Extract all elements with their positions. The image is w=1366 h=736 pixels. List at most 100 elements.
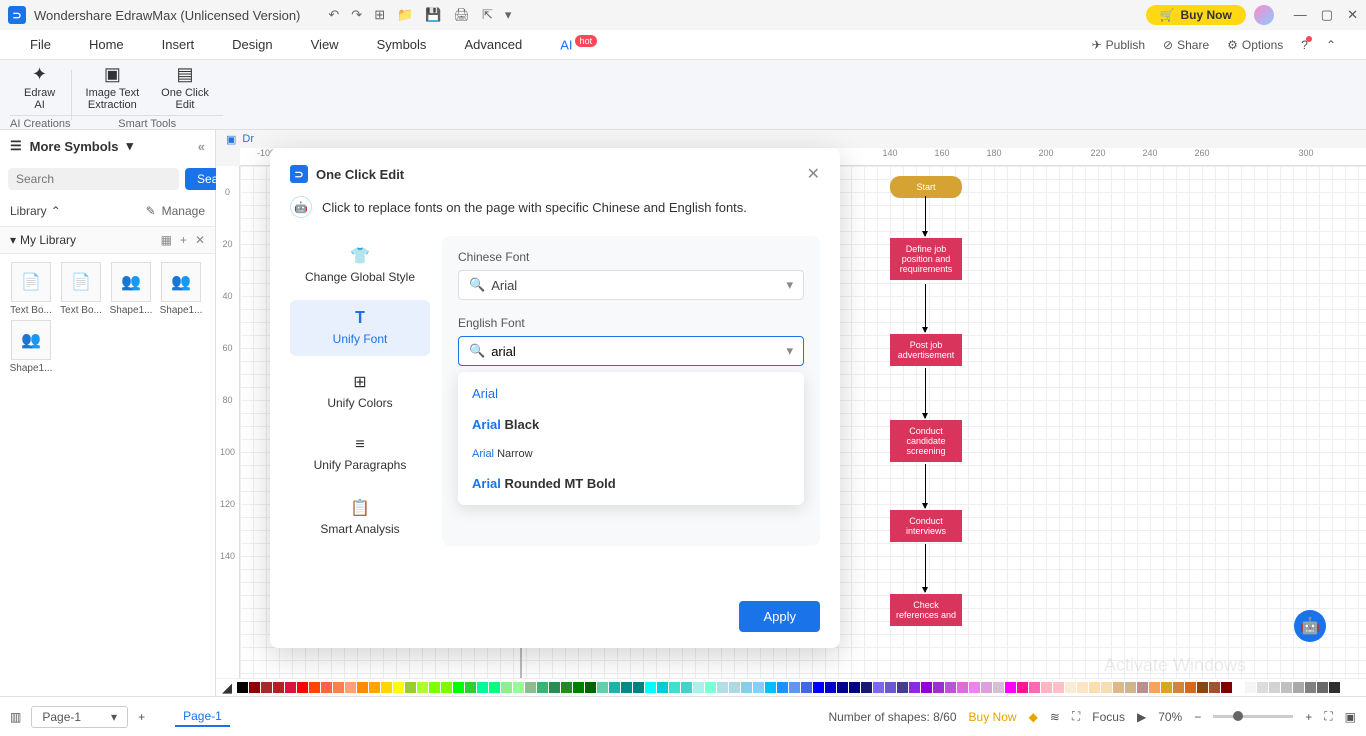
side-unify-colors[interactable]: ⊞Unify Colors xyxy=(290,362,430,420)
color-swatch[interactable] xyxy=(369,682,380,693)
menu-design[interactable]: Design xyxy=(232,37,272,52)
color-swatch[interactable] xyxy=(957,682,968,693)
color-swatch[interactable] xyxy=(765,682,776,693)
side-smart-analysis[interactable]: 📋Smart Analysis xyxy=(290,488,430,546)
color-swatch[interactable] xyxy=(261,682,272,693)
color-swatch[interactable] xyxy=(873,682,884,693)
side-unify-font[interactable]: 𝐓Unify Font xyxy=(290,300,430,356)
color-swatch[interactable] xyxy=(969,682,980,693)
color-swatch[interactable] xyxy=(1173,682,1184,693)
color-swatch[interactable] xyxy=(525,682,536,693)
menu-ai[interactable]: AIhot xyxy=(560,36,597,52)
chevron-down-icon[interactable]: ▾ xyxy=(10,233,16,247)
color-swatch[interactable] xyxy=(549,682,560,693)
new-icon[interactable]: ⊞ xyxy=(374,7,385,23)
menu-home[interactable]: Home xyxy=(89,37,124,52)
color-swatch[interactable] xyxy=(1065,682,1076,693)
publish-button[interactable]: ✈ Publish xyxy=(1092,38,1145,52)
color-swatch[interactable] xyxy=(1257,682,1268,693)
edit-icon[interactable]: ✎ xyxy=(146,204,156,218)
flow-start-node[interactable]: Start xyxy=(890,176,962,198)
color-swatch[interactable] xyxy=(345,682,356,693)
fit-page-icon[interactable]: ⛶ xyxy=(1324,709,1332,724)
close-icon[interactable]: ✕ xyxy=(1347,7,1358,23)
font-option-arial-narrow[interactable]: Arial Narrow xyxy=(458,440,804,468)
color-swatch[interactable] xyxy=(573,682,584,693)
close-icon[interactable]: ✕ xyxy=(195,233,205,247)
color-swatch[interactable] xyxy=(1113,682,1124,693)
color-swatch[interactable] xyxy=(1137,682,1148,693)
manage-button[interactable]: Manage xyxy=(162,204,205,218)
grid-icon[interactable]: ▦ xyxy=(161,233,172,247)
menu-view[interactable]: View xyxy=(311,37,339,52)
options-button[interactable]: ⚙ Options xyxy=(1227,38,1283,52)
flow-process-node[interactable]: Conduct interviews xyxy=(890,510,962,542)
color-swatch[interactable] xyxy=(621,682,632,693)
color-swatch[interactable] xyxy=(441,682,452,693)
maximize-icon[interactable]: ▢ xyxy=(1321,7,1333,23)
color-swatch[interactable] xyxy=(393,682,404,693)
menu-advanced[interactable]: Advanced xyxy=(464,37,522,52)
color-swatch[interactable] xyxy=(1329,682,1340,693)
edraw-ai-button[interactable]: ✦ Edraw AI xyxy=(24,64,55,111)
english-font-select[interactable]: 🔍 ▾ xyxy=(458,336,804,366)
save-icon[interactable]: 💾 xyxy=(425,7,441,23)
color-swatch[interactable] xyxy=(1293,682,1304,693)
color-swatch[interactable] xyxy=(585,682,596,693)
color-swatch[interactable] xyxy=(237,682,248,693)
color-swatch[interactable] xyxy=(705,682,716,693)
color-swatch[interactable] xyxy=(1017,682,1028,693)
dialog-close-icon[interactable]: ✕ xyxy=(807,164,820,184)
color-swatch[interactable] xyxy=(1005,682,1016,693)
color-swatch[interactable] xyxy=(477,682,488,693)
color-swatch[interactable] xyxy=(981,682,992,693)
color-swatch[interactable] xyxy=(933,682,944,693)
color-swatch[interactable] xyxy=(381,682,392,693)
color-swatch[interactable] xyxy=(357,682,368,693)
collapse-panel-icon[interactable]: « xyxy=(198,139,205,154)
pages-icon[interactable]: ▥ xyxy=(10,710,21,724)
color-swatch[interactable] xyxy=(909,682,920,693)
color-swatch[interactable] xyxy=(297,682,308,693)
font-option-arial-rounded[interactable]: Arial Rounded MT Bold xyxy=(458,468,804,499)
color-swatch[interactable] xyxy=(801,682,812,693)
zoom-out-icon[interactable]: − xyxy=(1194,710,1201,724)
symbol-search-input[interactable] xyxy=(8,168,179,190)
color-swatch[interactable] xyxy=(1317,682,1328,693)
color-swatch[interactable] xyxy=(1053,682,1064,693)
document-tab[interactable]: Dr xyxy=(242,133,254,145)
buy-now-button[interactable]: 🛒 Buy Now xyxy=(1146,5,1246,25)
color-swatch[interactable] xyxy=(993,682,1004,693)
page-tab[interactable]: Page-1 xyxy=(175,707,230,727)
color-swatch[interactable] xyxy=(1185,682,1196,693)
color-swatch[interactable] xyxy=(693,682,704,693)
side-unify-paragraphs[interactable]: ≡Unify Paragraphs xyxy=(290,426,430,482)
english-font-input[interactable] xyxy=(491,344,780,359)
color-swatch[interactable] xyxy=(309,682,320,693)
apply-button[interactable]: Apply xyxy=(739,601,820,632)
color-swatch[interactable] xyxy=(645,682,656,693)
flow-process-node[interactable]: Post job advertisement xyxy=(890,334,962,366)
color-swatch[interactable] xyxy=(717,682,728,693)
shape-item[interactable]: 👥Shape1... xyxy=(158,262,204,316)
color-swatch[interactable] xyxy=(681,682,692,693)
font-option-arial[interactable]: Arial xyxy=(458,378,804,409)
color-swatch[interactable] xyxy=(333,682,344,693)
color-swatch[interactable] xyxy=(741,682,752,693)
help-icon[interactable]: ? xyxy=(1301,38,1308,52)
color-swatch[interactable] xyxy=(501,682,512,693)
image-text-extraction-button[interactable]: ▣ Image Text Extraction xyxy=(86,64,140,111)
color-swatch[interactable] xyxy=(885,682,896,693)
plus-icon[interactable]: + xyxy=(180,233,187,247)
shape-item[interactable]: 👥Shape1... xyxy=(8,320,54,374)
color-swatch[interactable] xyxy=(321,682,332,693)
color-swatch[interactable] xyxy=(1221,682,1232,693)
menu-symbols[interactable]: Symbols xyxy=(377,37,427,52)
color-swatch[interactable] xyxy=(429,682,440,693)
collapse-ribbon-icon[interactable]: ⌃ xyxy=(1326,38,1336,52)
color-swatch[interactable] xyxy=(1041,682,1052,693)
color-swatch[interactable] xyxy=(1101,682,1112,693)
color-swatch[interactable] xyxy=(249,682,260,693)
color-swatch[interactable] xyxy=(1245,682,1256,693)
add-page-icon[interactable]: + xyxy=(138,710,145,724)
